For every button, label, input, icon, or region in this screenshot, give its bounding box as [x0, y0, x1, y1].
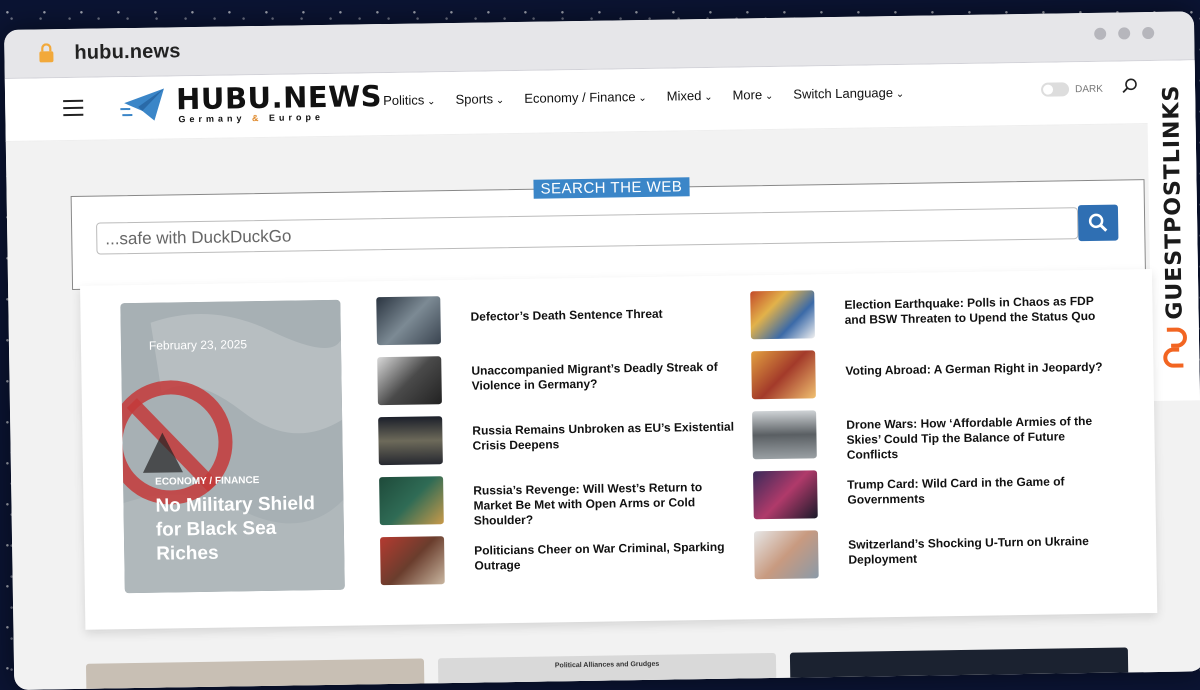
dark-label: DARK: [1075, 83, 1103, 94]
search-label: SEARCH THE WEB: [533, 177, 689, 198]
article-title[interactable]: Russia Remains Unbroken as EU’s Existent…: [472, 419, 740, 453]
article-title[interactable]: Russia’s Revenge: Will West’s Return to …: [473, 479, 742, 528]
list-item[interactable]: Politicians Cheer on War Criminal, Spark…: [380, 532, 741, 598]
article-list-right: Election Earthquake: Polls in Chaos as F…: [750, 286, 1115, 592]
article-thumbnail[interactable]: [754, 530, 819, 579]
toggle-switch[interactable]: [1041, 82, 1069, 96]
article-thumbnail[interactable]: [378, 416, 443, 465]
window-dot[interactable]: [1118, 27, 1130, 39]
article-title[interactable]: Trump Card: Wild Card in the Game of Gov…: [847, 474, 1115, 508]
article-card[interactable]: [86, 658, 425, 689]
article-title[interactable]: Defector’s Death Sentence Threat: [470, 305, 738, 324]
article-title[interactable]: Switzerland’s Shocking U-Turn on Ukraine…: [848, 534, 1116, 568]
page: HUBU.NEWS Germany & Europe Politics Spor…: [5, 60, 1200, 690]
article-thumbnail[interactable]: [377, 356, 442, 405]
featured-title[interactable]: No Military Shield for Black Sea Riches: [155, 492, 326, 567]
article-date: February 23, 2025: [149, 337, 247, 353]
magnifier-icon: [1087, 212, 1109, 234]
nav-item-more[interactable]: More: [732, 87, 773, 103]
article-card[interactable]: [790, 647, 1129, 689]
list-item[interactable]: Switzerland’s Shocking U-Turn on Ukraine…: [754, 526, 1115, 592]
nav-item-sports[interactable]: Sports: [455, 91, 504, 107]
article-thumbnail[interactable]: [752, 410, 817, 459]
list-item[interactable]: Unaccompanied Migrant’s Deadly Streak of…: [377, 352, 738, 418]
article-title[interactable]: Unaccompanied Migrant’s Deadly Streak of…: [471, 359, 739, 393]
search-button[interactable]: [1078, 205, 1119, 242]
list-item[interactable]: Drone Wars: How ‘Affordable Armies of th…: [752, 406, 1113, 472]
article-title[interactable]: Election Earthquake: Polls in Chaos as F…: [844, 294, 1112, 328]
article-thumbnail[interactable]: [750, 290, 815, 339]
article-card[interactable]: Political Alliances and Grudges: [438, 653, 777, 690]
featured-article[interactable]: February 23, 2025 ECONOMY / FINANCE No M…: [120, 300, 345, 593]
menu-icon[interactable]: [63, 100, 83, 116]
nav-item-language[interactable]: Switch Language: [793, 85, 904, 102]
link-icon: [1161, 325, 1190, 369]
article-thumbnail[interactable]: [751, 350, 816, 399]
article-thumbnail[interactable]: [376, 296, 441, 345]
list-item[interactable]: Defector’s Death Sentence Threat: [376, 292, 737, 358]
list-item[interactable]: Voting Abroad: A German Right in Jeopard…: [751, 346, 1112, 412]
site-logo[interactable]: HUBU.NEWS Germany & Europe: [120, 81, 383, 125]
search-input[interactable]: ...safe with DuckDuckGo: [96, 207, 1078, 254]
card-row: Political Alliances and Grudges: [86, 647, 1146, 690]
card-caption: Political Alliances and Grudges: [438, 653, 776, 671]
list-item[interactable]: Trump Card: Wild Card in the Game of Gov…: [753, 466, 1114, 532]
category-label[interactable]: ECONOMY / FINANCE: [155, 475, 259, 488]
banner-text: GUESTPOSTLINKS: [1159, 84, 1188, 319]
window-dot[interactable]: [1094, 28, 1106, 40]
window-controls[interactable]: [1094, 27, 1154, 40]
article-list-left: Defector’s Death Sentence Threat Unaccom…: [376, 292, 741, 598]
article-title[interactable]: Drone Wars: How ‘Affordable Armies of th…: [846, 414, 1115, 463]
article-thumbnail[interactable]: [753, 470, 818, 519]
nav-item-economy[interactable]: Economy / Finance: [524, 89, 647, 106]
lock-icon: [36, 43, 56, 63]
news-section: February 23, 2025 ECONOMY / FINANCE No M…: [80, 269, 1157, 630]
guestpostlinks-banner[interactable]: GUESTPOSTLINKS: [1147, 60, 1200, 401]
window-dot[interactable]: [1142, 27, 1154, 39]
article-thumbnail[interactable]: [380, 536, 445, 585]
nav-item-politics[interactable]: Politics: [383, 92, 436, 108]
article-thumbnail[interactable]: [379, 476, 444, 525]
dark-mode-toggle[interactable]: DARK: [1041, 82, 1103, 97]
url-text[interactable]: hubu.news: [74, 40, 181, 65]
article-title[interactable]: Voting Abroad: A German Right in Jeopard…: [845, 360, 1113, 379]
list-item[interactable]: Election Earthquake: Polls in Chaos as F…: [750, 286, 1111, 352]
list-item[interactable]: Russia’s Revenge: Will West’s Return to …: [379, 472, 740, 538]
logo-title: HUBU.NEWS: [176, 82, 382, 114]
main-nav: Politics Sports Economy / Finance Mixed …: [383, 85, 904, 108]
search-icon[interactable]: [1121, 77, 1139, 95]
browser-window: hubu.news HUBU.NEWS Germany & Europe: [4, 11, 1200, 690]
nav-item-mixed[interactable]: Mixed: [667, 88, 713, 104]
list-item[interactable]: Russia Remains Unbroken as EU’s Existent…: [378, 412, 739, 478]
article-title[interactable]: Politicians Cheer on War Criminal, Spark…: [474, 539, 742, 573]
paper-plane-icon: [120, 84, 169, 125]
